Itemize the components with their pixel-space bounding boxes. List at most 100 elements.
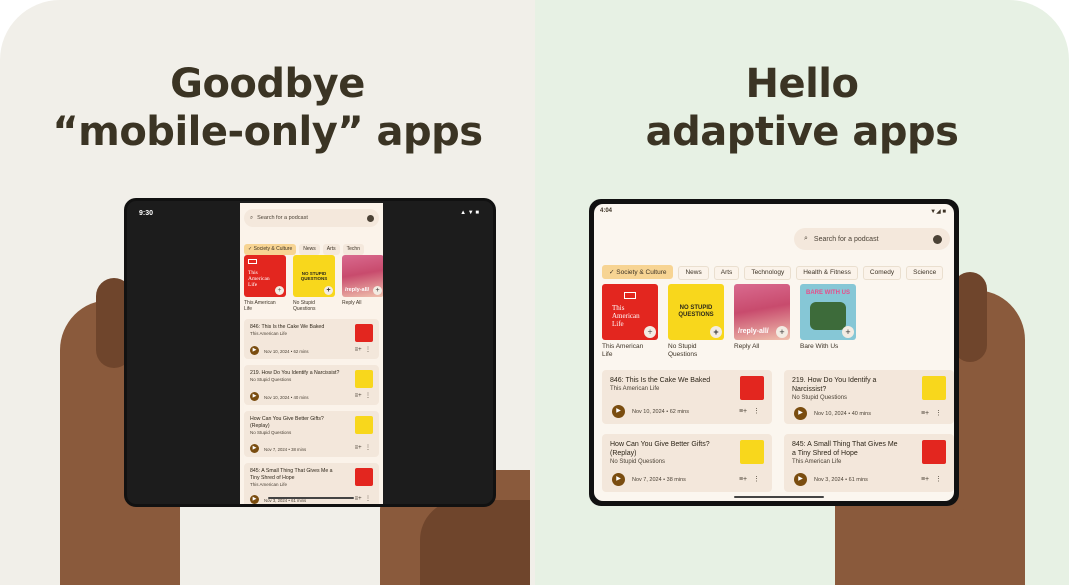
play-icon[interactable]: ▶ [250,392,259,401]
chip-arts[interactable]: Arts [322,243,340,255]
chip-arts[interactable]: Arts [713,265,740,280]
play-icon[interactable]: ▶ [250,346,259,355]
right-headline-line2: adaptive apps [645,109,959,155]
episode-card[interactable]: How Can You Give Better Gifts? (Replay) … [602,434,772,492]
episode-title: 845: A Small Thing That Gives Me a Tiny … [792,440,898,458]
chip-label: Society & Culture [253,246,293,252]
account-icon[interactable] [933,234,942,244]
show-caption-line1: Reply All [342,300,362,306]
episode-card[interactable]: 846: This Is the Cake We Baked This Amer… [602,370,772,424]
tal-line3: Life [612,320,624,328]
add-to-queue-icon[interactable]: ≡+ [739,408,747,415]
more-options-icon[interactable]: ⋮ [935,476,942,483]
more-options-icon[interactable]: ⋮ [365,496,371,502]
show-caption-line2: Questions [293,306,316,312]
right-panel: Hello adaptive apps 4:04 ▼◢ ■ ⌕ Search f… [535,0,1069,585]
episode-actions: ≡+ ⋮ [739,475,760,483]
more-options-icon[interactable]: ⋮ [365,393,371,399]
tal-line1: This [612,304,625,312]
show-caption-line1: No Stupid [668,343,697,350]
left-hand-finger-shade [420,500,530,585]
add-icon[interactable]: + [324,286,333,295]
add-icon[interactable]: + [776,326,788,338]
add-to-queue-icon[interactable]: ≡+ [921,410,929,417]
search-icon: ⌕ [804,235,808,242]
episode-show: This American Life [792,459,842,465]
chip-science[interactable]: Science [906,265,944,280]
cover-this-american-life[interactable]: This American Life + [602,284,658,340]
cover-no-stupid-questions[interactable]: NO STUPID QUESTIONS + [668,284,724,340]
episode-actions: ≡+ ⋮ [355,346,371,353]
episode-card[interactable]: 219. How Do You Identify a Narcissist? N… [784,370,954,424]
episode-card[interactable]: 845: A Small Thing That Gives Me a Tiny … [784,434,954,492]
chip-technology[interactable]: Technology [744,265,792,280]
cover-reply-all[interactable]: /reply-all/ + [734,284,790,340]
chip-health-fitness[interactable]: Health & Fitness [796,265,858,280]
chip-news[interactable]: News [678,265,709,280]
episode-title-line2: a Tiny Shred of Hope [792,450,858,457]
add-icon[interactable]: + [710,326,722,338]
show-caption: Reply All [734,343,759,351]
cover-this-american-life[interactable]: This American Life + [244,255,286,297]
more-options-icon[interactable]: ⋮ [753,476,760,483]
show-caption: This American Life [244,300,276,312]
show-caption-line2: Questions [668,351,698,358]
chip-society-culture[interactable]: ✓ Society & Culture [602,265,674,279]
episode-card[interactable]: How Can You Give Better Gifts? (Replay) … [244,411,379,457]
cover-reply-all[interactable]: /reply-all/ + [342,255,383,297]
add-icon[interactable]: + [644,326,656,338]
episode-title-line2: Tiny Shred of Hope [250,474,295,481]
chip-comedy[interactable]: Comedy [862,265,902,280]
episode-show: This American Life [610,386,660,392]
episode-actions: ≡+ ⋮ [355,495,371,502]
add-icon[interactable]: + [373,286,382,295]
play-icon[interactable]: ▶ [250,495,259,504]
play-icon[interactable]: ▶ [794,473,807,486]
episode-card[interactable]: 846: This Is the Cake We Baked This Amer… [244,319,379,359]
episode-title-line1: 845: A Small Thing That Gives Me a [250,468,333,474]
nsq-line1: NO STUPID [679,305,713,311]
add-to-queue-icon[interactable]: ≡+ [739,476,747,483]
cover-bare-with-us[interactable]: BARE WITH US + [800,284,856,340]
left-panel: Goodbye “mobile-only” apps 9:30 ▲ ▼ ■ ⌕ … [0,0,535,585]
play-icon[interactable]: ▶ [250,444,259,453]
episode-actions: ≡+ ⋮ [355,392,371,399]
episode-meta: Nov 10, 2024 • 40 mins [814,411,871,417]
add-icon[interactable]: + [275,286,284,295]
episode-show: No Stupid Questions [792,395,848,401]
more-options-icon[interactable]: ⋮ [365,445,371,451]
episode-card[interactable]: 219. How Do You Identify a Narcissist? N… [244,365,379,405]
play-icon[interactable]: ▶ [794,407,807,420]
episode-title: 846: This Is the Cake We Baked [250,324,325,330]
show-caption-line2: Life [602,351,613,358]
show-caption: This American Life [602,343,643,359]
episode-thumbnail [355,468,373,486]
episode-thumbnail [355,324,373,342]
play-icon[interactable]: ▶ [612,473,625,486]
add-to-queue-icon[interactable]: ≡+ [355,496,362,502]
reply-all-wordmark: /reply-all/ [738,328,769,335]
more-options-icon[interactable]: ⋮ [935,410,942,417]
play-icon[interactable]: ▶ [612,405,625,418]
show-caption-line2: Life [244,306,253,312]
add-to-queue-icon[interactable]: ≡+ [921,476,929,483]
add-to-queue-icon[interactable]: ≡+ [355,393,362,399]
search-bar[interactable]: ⌕ Search for a podcast [244,209,379,227]
account-icon[interactable] [367,214,374,222]
more-options-icon[interactable]: ⋮ [753,408,760,415]
add-to-queue-icon[interactable]: ≡+ [355,347,362,353]
add-to-queue-icon[interactable]: ≡+ [355,445,362,451]
nsq-line2: QUESTIONS [300,276,328,281]
nsq-line2: QUESTIONS [678,312,714,318]
nsq-wordmark: NO STUPID QUESTIONS [293,271,335,281]
tal-logo-mark [248,259,257,264]
chip-news[interactable]: News [299,243,320,255]
chip-technology[interactable]: Techn [342,243,364,255]
show-caption-line1: Bare With Us [800,343,839,350]
episode-title-line2: Narcissist? [792,386,827,393]
more-options-icon[interactable]: ⋮ [365,347,371,353]
chip-society-culture[interactable]: ✓ Society & Culture [244,243,297,255]
add-icon[interactable]: + [842,326,854,338]
cover-no-stupid-questions[interactable]: NO STUPID QUESTIONS + [293,255,335,297]
search-bar[interactable]: ⌕ Search for a podcast [794,228,950,250]
